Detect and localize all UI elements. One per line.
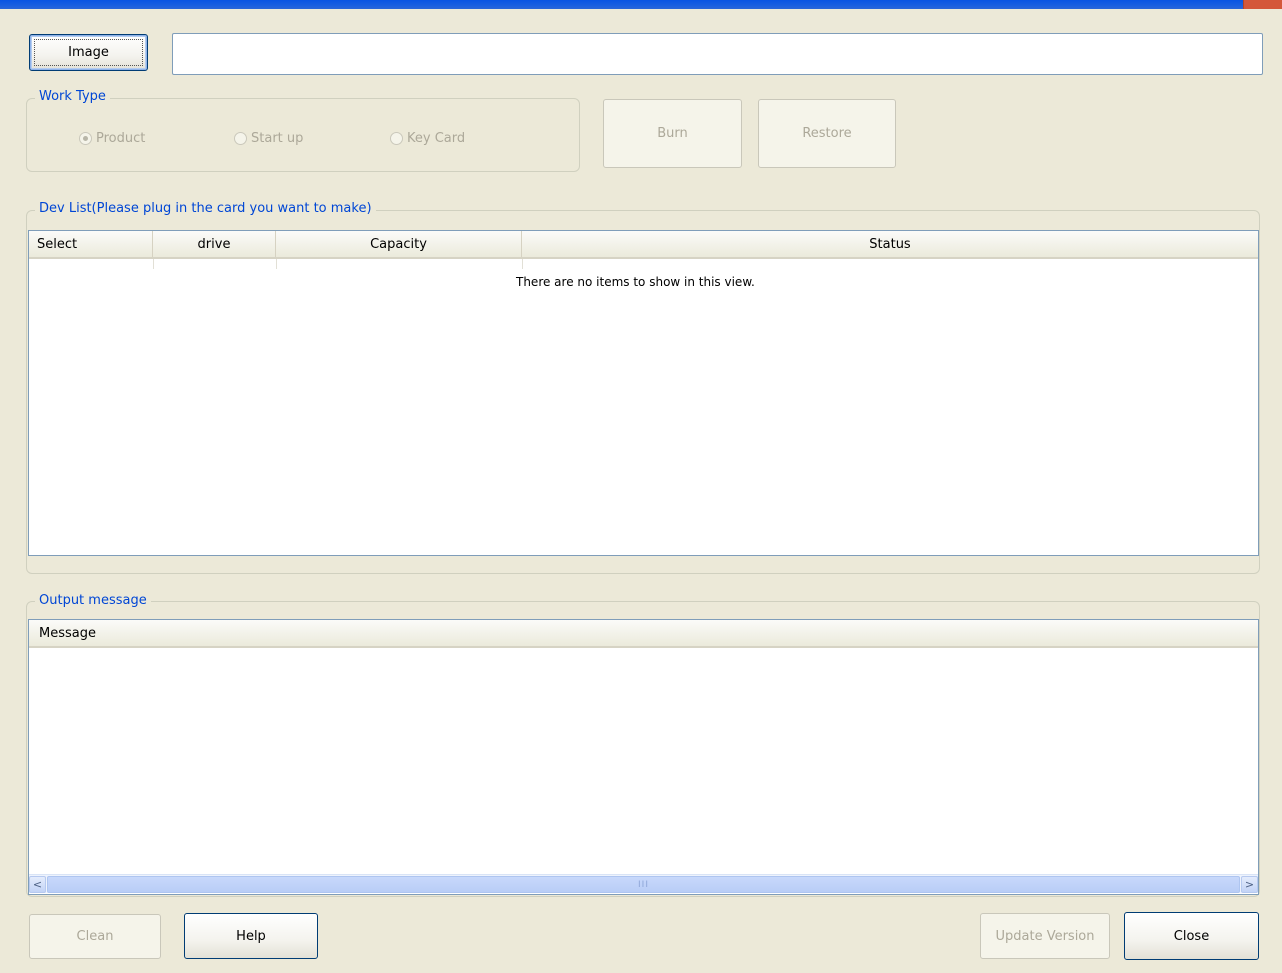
image-path-input[interactable] (172, 33, 1263, 75)
column-header-drive[interactable]: drive (153, 231, 276, 257)
work-type-title: Work Type (35, 89, 110, 105)
image-button[interactable]: Image (29, 34, 148, 71)
radio-key-card[interactable]: Key Card (390, 131, 465, 146)
column-separator (276, 259, 277, 269)
dev-list-title: Dev List(Please plug in the card you wan… (35, 201, 376, 217)
radio-start-up-label: Start up (251, 131, 304, 146)
column-header-status[interactable]: Status (522, 231, 1258, 257)
radio-key-card-label: Key Card (407, 131, 466, 146)
empty-list-message: There are no items to show in this view. (516, 275, 755, 289)
output-header: Message (29, 620, 1258, 648)
radio-start-up[interactable]: Start up (234, 131, 303, 146)
clean-button[interactable]: Clean (29, 914, 161, 959)
scroll-grip-icon: III (638, 879, 649, 890)
radio-unchecked-icon (390, 132, 403, 145)
window-titlebar (0, 0, 1282, 9)
update-version-button[interactable]: Update Version (980, 913, 1110, 959)
column-separator (522, 259, 523, 269)
burn-button[interactable]: Burn (603, 99, 742, 168)
close-button[interactable]: Close (1124, 912, 1259, 960)
help-button[interactable]: Help (184, 913, 318, 959)
window-close-icon[interactable] (1243, 0, 1282, 9)
output-message-view[interactable]: Message (28, 619, 1259, 895)
horizontal-scrollbar[interactable]: < III > (29, 874, 1258, 893)
column-header-select[interactable]: Select (29, 231, 153, 257)
radio-checked-icon (79, 132, 92, 145)
output-title: Output message (35, 593, 151, 609)
scroll-left-icon[interactable]: < (29, 876, 46, 893)
radio-product[interactable]: Product (79, 131, 145, 146)
dev-list-view[interactable]: Select drive Capacity Status There are n… (28, 230, 1259, 556)
restore-button[interactable]: Restore (758, 99, 896, 168)
column-header-capacity[interactable]: Capacity (276, 231, 522, 257)
scroll-thumb[interactable]: III (47, 876, 1240, 893)
dev-list-header: Select drive Capacity Status (29, 231, 1258, 259)
scroll-right-icon[interactable]: > (1241, 876, 1258, 893)
column-header-message[interactable]: Message (29, 620, 1258, 646)
radio-product-label: Product (96, 131, 146, 146)
column-separator (153, 259, 154, 269)
radio-unchecked-icon (234, 132, 247, 145)
